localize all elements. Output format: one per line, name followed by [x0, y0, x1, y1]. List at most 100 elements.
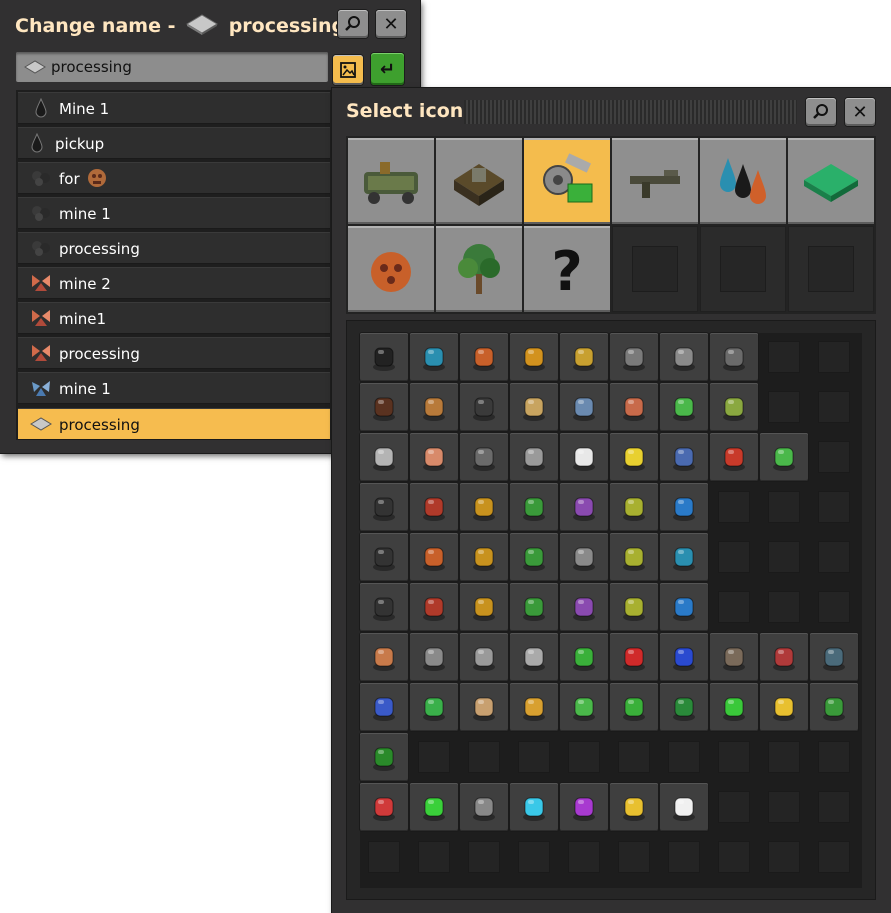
icon-slot[interactable] [660, 333, 708, 381]
icon-slot[interactable] [410, 683, 458, 731]
icon-slot[interactable] [760, 633, 808, 681]
icon-slot[interactable] [610, 433, 658, 481]
icon-slot[interactable] [360, 483, 408, 531]
icon-slot[interactable] [410, 433, 458, 481]
icon-slot[interactable] [560, 683, 608, 731]
icon-slot[interactable] [410, 483, 458, 531]
icon-slot[interactable] [510, 683, 558, 731]
icon-slot[interactable] [810, 683, 858, 731]
list-item[interactable]: Mine 1 [18, 92, 330, 124]
icon-slot[interactable] [710, 333, 758, 381]
icon-slot[interactable] [710, 633, 758, 681]
icon-slot[interactable] [560, 333, 608, 381]
icon-slot[interactable] [460, 683, 508, 731]
icon-slot[interactable] [460, 583, 508, 631]
icon-slot[interactable] [360, 583, 408, 631]
list-item[interactable]: for [18, 162, 330, 194]
tab-environment[interactable] [436, 226, 522, 312]
icon-slot[interactable] [660, 783, 708, 831]
icon-slot[interactable] [460, 783, 508, 831]
list-item[interactable]: mine 1 [18, 197, 330, 229]
icon-slot[interactable] [610, 383, 658, 431]
close-button[interactable]: ✕ [376, 10, 406, 38]
icon-slot[interactable] [510, 483, 558, 531]
icon-slot[interactable] [760, 683, 808, 731]
icon-slot[interactable] [360, 683, 408, 731]
icon-slot[interactable] [660, 433, 708, 481]
icon-slot[interactable] [360, 333, 408, 381]
icon-slot[interactable] [460, 633, 508, 681]
tab-production[interactable] [436, 138, 522, 224]
search-button[interactable] [338, 10, 368, 38]
list-item[interactable]: pickup [18, 127, 330, 159]
icon-slot[interactable] [710, 683, 758, 731]
icon-slot[interactable] [460, 533, 508, 581]
icon-slot[interactable] [810, 633, 858, 681]
close-button[interactable]: ✕ [845, 98, 875, 126]
tab-fluids[interactable] [700, 138, 786, 224]
list-item[interactable]: processing [18, 337, 330, 369]
icon-slot[interactable] [410, 333, 458, 381]
icon-slot[interactable] [710, 433, 758, 481]
icon-slot[interactable] [510, 433, 558, 481]
icon-slot[interactable] [410, 383, 458, 431]
icon-slot[interactable] [610, 483, 658, 531]
icon-slot[interactable] [610, 333, 658, 381]
icon-slot[interactable] [360, 783, 408, 831]
icon-slot[interactable] [510, 583, 558, 631]
icon-slot[interactable] [360, 383, 408, 431]
icon-slot[interactable] [560, 533, 608, 581]
list-item[interactable]: mine 2 [18, 267, 330, 299]
list-item[interactable]: mine1 [18, 302, 330, 334]
icon-slot[interactable] [460, 383, 508, 431]
icon-slot[interactable] [660, 483, 708, 531]
icon-slot[interactable] [410, 583, 458, 631]
list-item-selected[interactable]: processing [18, 408, 330, 440]
icon-slot[interactable] [610, 683, 658, 731]
tab-unsorted[interactable]: ? [524, 226, 610, 312]
tab-tiles[interactable] [788, 138, 874, 224]
icon-slot[interactable] [460, 333, 508, 381]
icon-slot[interactable] [660, 583, 708, 631]
icon-slot[interactable] [660, 683, 708, 731]
icon-slot[interactable] [360, 633, 408, 681]
icon-slot[interactable] [510, 783, 558, 831]
name-input[interactable]: processing [16, 52, 328, 82]
icon-slot[interactable] [360, 733, 408, 781]
icon-slot[interactable] [610, 783, 658, 831]
tab-combat[interactable] [612, 138, 698, 224]
icon-slot[interactable] [560, 633, 608, 681]
icon-slot[interactable] [760, 433, 808, 481]
icon-slot[interactable] [510, 633, 558, 681]
tab-enemies[interactable] [348, 226, 434, 312]
drag-handle[interactable] [464, 100, 797, 124]
icon-slot[interactable] [560, 383, 608, 431]
icon-slot[interactable] [610, 633, 658, 681]
icon-slot[interactable] [560, 783, 608, 831]
icon-slot[interactable] [410, 533, 458, 581]
icon-slot[interactable] [460, 483, 508, 531]
icon-slot[interactable] [660, 383, 708, 431]
icon-slot[interactable] [460, 433, 508, 481]
icon-slot[interactable] [660, 533, 708, 581]
tab-intermediate-products[interactable] [524, 138, 610, 224]
icon-slot[interactable] [410, 633, 458, 681]
list-item[interactable]: mine 1 [18, 372, 330, 404]
icon-slot[interactable] [560, 483, 608, 531]
icon-slot[interactable] [610, 533, 658, 581]
icon-slot[interactable] [610, 583, 658, 631]
icon-slot[interactable] [360, 533, 408, 581]
tab-logistics[interactable] [348, 138, 434, 224]
icon-slot[interactable] [410, 783, 458, 831]
confirm-button[interactable]: ↵ [371, 53, 404, 85]
list-item[interactable]: processing [18, 232, 330, 264]
icon-slot[interactable] [560, 433, 608, 481]
icon-picker-button[interactable] [333, 55, 363, 85]
icon-slot[interactable] [510, 333, 558, 381]
icon-slot[interactable] [360, 433, 408, 481]
icon-slot[interactable] [510, 533, 558, 581]
icon-slot[interactable] [560, 583, 608, 631]
icon-slot[interactable] [660, 633, 708, 681]
icon-slot[interactable] [710, 383, 758, 431]
icon-slot[interactable] [510, 383, 558, 431]
